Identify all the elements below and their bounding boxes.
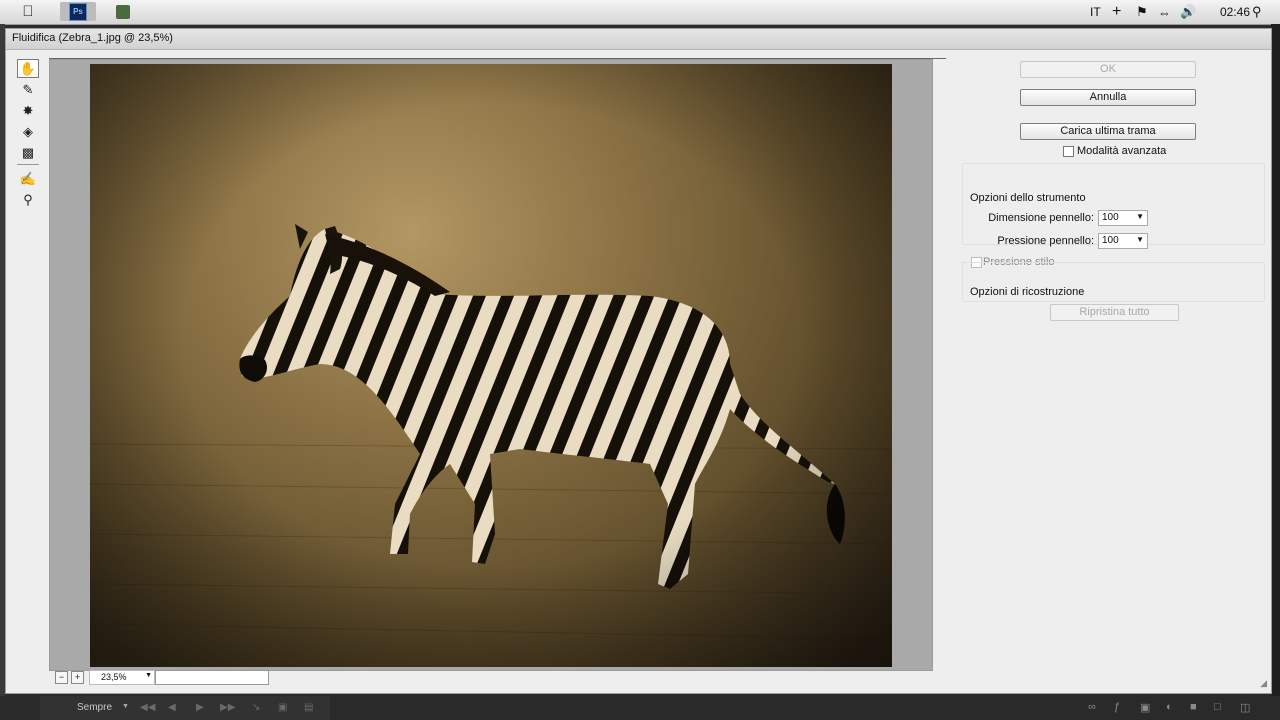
- new-layer-icon[interactable]: □: [1214, 701, 1221, 713]
- load-last-mesh-button[interactable]: Carica ultima trama: [1020, 123, 1196, 140]
- zoom-out-button[interactable]: −: [55, 671, 68, 684]
- play-icon[interactable]: ▶: [196, 702, 204, 713]
- chevron-down-icon[interactable]: ▼: [122, 703, 129, 710]
- delete-frame-icon[interactable]: ▤: [304, 702, 313, 713]
- apple-menu-icon[interactable]: : [18, 2, 38, 21]
- zebra-illustration: [90, 64, 892, 667]
- volume-icon[interactable]: 🔊: [1180, 0, 1196, 24]
- previous-frame-icon[interactable]: ◀: [168, 702, 176, 713]
- zoom-info-field: [155, 670, 269, 685]
- zoom-level-select[interactable]: 23,5% ▼: [89, 670, 155, 685]
- bridge-app-icon[interactable]: [112, 2, 134, 21]
- toolbar-divider: [17, 164, 39, 165]
- adjustment-layer-icon[interactable]: ◐: [1166, 701, 1173, 713]
- freeze-mask-icon[interactable]: ▩: [17, 143, 39, 162]
- ok-button[interactable]: OK: [1020, 61, 1196, 78]
- cancel-button[interactable]: Annulla: [1020, 89, 1196, 106]
- sync-icon[interactable]: ⇔: [1158, 0, 1171, 24]
- brush-pressure-select[interactable]: 100 ▼: [1098, 233, 1148, 249]
- new-group-icon[interactable]: ■: [1190, 701, 1197, 713]
- zoom-level-value: 23,5%: [101, 672, 127, 682]
- liquify-toolbar: ✋ ✎ ✸ ◈ ▩ ✍ ⚲: [17, 59, 41, 211]
- first-frame-icon[interactable]: ◀◀: [140, 702, 155, 713]
- spotlight-search-icon[interactable]: ⚲: [1252, 0, 1262, 24]
- workspace-right-edge: [1271, 24, 1280, 696]
- brush-size-select[interactable]: 100 ▼: [1098, 210, 1148, 226]
- plus-icon[interactable]: +: [1112, 0, 1121, 24]
- input-language-indicator[interactable]: IT: [1090, 0, 1101, 24]
- loop-mode-label[interactable]: Sempre: [77, 702, 112, 713]
- clock[interactable]: 02:46: [1220, 0, 1250, 24]
- brush-pressure-label: Pressione pennello:: [997, 235, 1094, 247]
- menu-bar:  Ps IT + ⚑ ⇔ 🔊 02:46 ⚲: [0, 0, 1280, 25]
- photoshop-logo: Ps: [69, 2, 87, 21]
- tool-options-title: Opzioni dello strumento: [970, 192, 1086, 204]
- photoshop-bottom-bar: Sempre ▼ ◀◀ ◀ ▶ ▶▶ ↘ ▣ ▤ ∞ ƒ ▣ ◐ ■ □ ◫: [0, 696, 1280, 720]
- brush-pressure-value: 100: [1102, 235, 1119, 246]
- chevron-down-icon: ▼: [145, 672, 152, 679]
- zoom-in-button[interactable]: +: [71, 671, 84, 684]
- brush-size-label: Dimensione pennello:: [988, 212, 1094, 224]
- photoshop-app-icon[interactable]: Ps: [60, 2, 96, 21]
- reconstruct-tool-icon[interactable]: ✎: [17, 80, 39, 99]
- resize-grip-icon[interactable]: ◢: [1260, 678, 1267, 689]
- dialog-titlebar[interactable]: Fluidifica (Zebra_1.jpg @ 23,5%): [6, 29, 1271, 50]
- zoom-tool-icon[interactable]: ⚲: [17, 190, 39, 209]
- tween-icon[interactable]: ↘: [252, 702, 260, 713]
- brush-size-value: 100: [1102, 212, 1119, 223]
- bloat-tool-icon[interactable]: ◈: [17, 122, 39, 141]
- zebra-image[interactable]: [90, 64, 892, 667]
- zoom-bar: − + 23,5% ▼: [49, 669, 931, 691]
- pucker-tool-icon[interactable]: ✸: [17, 101, 39, 120]
- advanced-mode-checkbox[interactable]: [1063, 146, 1074, 157]
- hand-tool-icon[interactable]: ✍: [17, 169, 39, 188]
- chevron-down-icon: ▼: [1136, 235, 1144, 244]
- dialog-title: Fluidifica (Zebra_1.jpg @ 23,5%): [12, 32, 173, 44]
- liquify-dialog: Fluidifica (Zebra_1.jpg @ 23,5%) ✋ ✎ ✸ ◈…: [5, 28, 1272, 694]
- layer-style-icon[interactable]: ƒ: [1114, 701, 1120, 713]
- advanced-mode-label: Modalità avanzata: [1077, 145, 1167, 157]
- bridge-logo: [116, 4, 130, 19]
- next-frame-icon[interactable]: ▶▶: [220, 702, 235, 713]
- layer-mask-icon[interactable]: ▣: [1140, 701, 1150, 714]
- reconstruct-options-title: Opzioni di ricostruzione: [970, 286, 1085, 298]
- warp-tool-icon[interactable]: ✋: [17, 59, 39, 78]
- chevron-down-icon: ▼: [1136, 212, 1144, 221]
- duplicate-frame-icon[interactable]: ▣: [278, 702, 287, 713]
- trash-icon[interactable]: ◫: [1240, 701, 1250, 714]
- flag-icon[interactable]: ⚑: [1136, 0, 1148, 24]
- link-layers-icon[interactable]: ∞: [1088, 701, 1096, 713]
- timeline-controls: Sempre ▼ ◀◀ ◀ ▶ ▶▶ ↘ ▣ ▤: [40, 696, 330, 720]
- preview-canvas[interactable]: [49, 59, 933, 671]
- restore-all-button[interactable]: Ripristina tutto: [1050, 304, 1179, 321]
